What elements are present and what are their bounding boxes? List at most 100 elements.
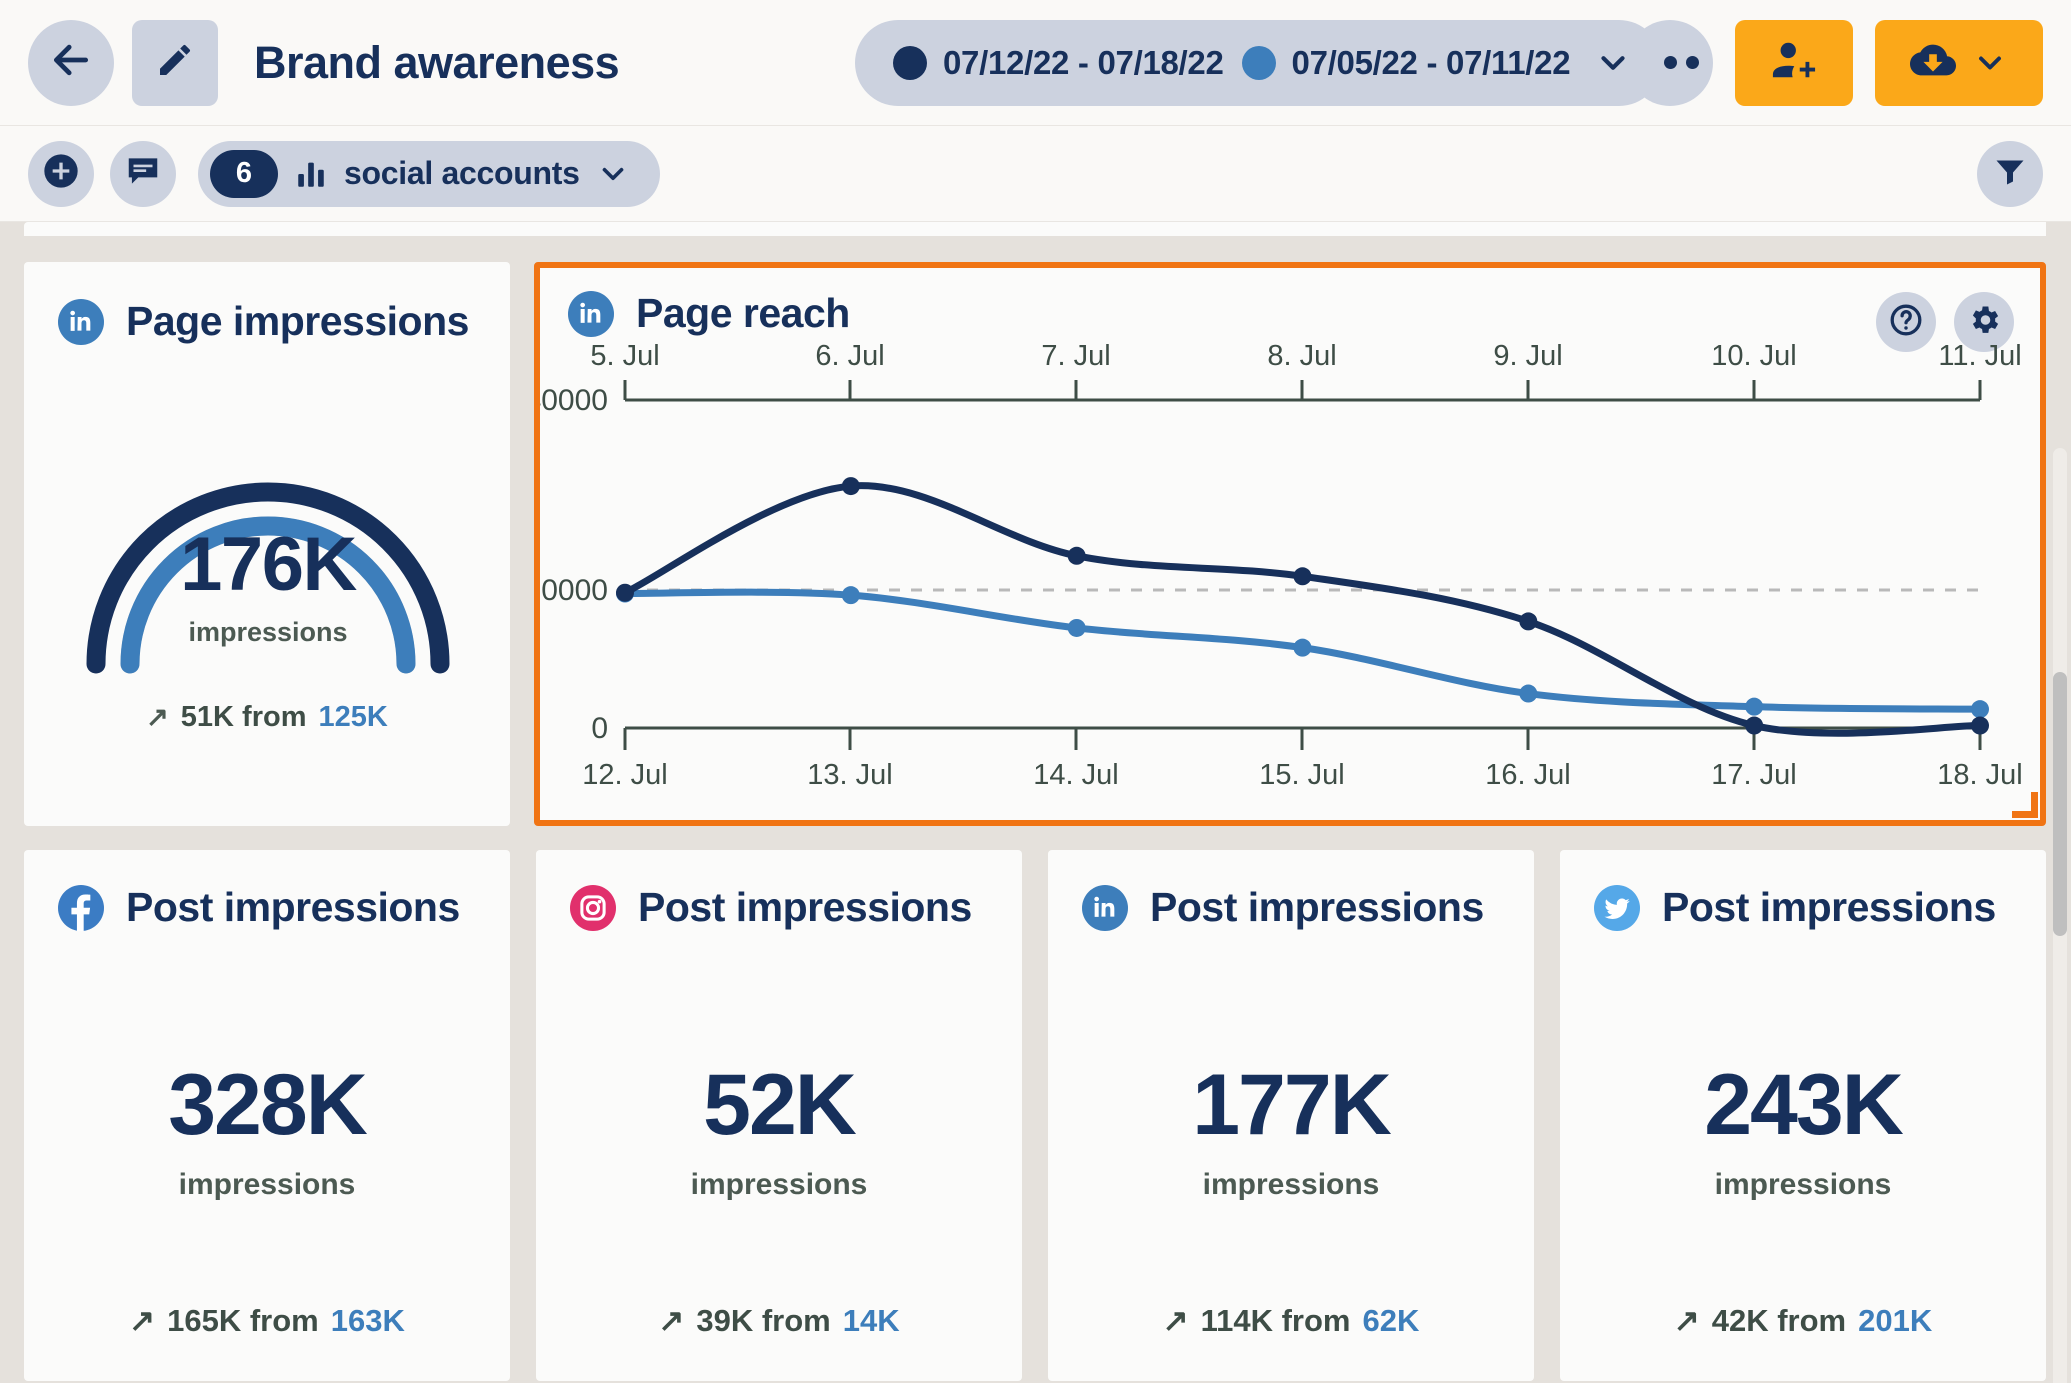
delta-previous-value: 125K xyxy=(318,701,388,733)
data-point[interactable] xyxy=(1745,697,1764,716)
data-point[interactable] xyxy=(1745,716,1764,735)
gauge-center-label: 176K impressions xyxy=(58,527,478,648)
top-tick-label: 5. Jul xyxy=(590,340,659,372)
data-point[interactable] xyxy=(1293,567,1312,586)
bottom-tick-label: 15. Jul xyxy=(1259,759,1344,791)
facebook-icon xyxy=(58,884,104,931)
current-period-dot xyxy=(893,46,927,80)
add-widget-button[interactable] xyxy=(28,140,94,207)
bottom-axis-labels: 12. Jul 13. Jul 14. Jul 15. Jul 16. Jul … xyxy=(582,759,2022,791)
card-title-text: Page impressions xyxy=(126,298,469,344)
metric-value: 243K xyxy=(1704,1057,1904,1153)
card-title-text: Post impressions xyxy=(1150,884,1484,930)
card-metric: 328K impressions xyxy=(24,1062,510,1202)
metric-unit: impressions xyxy=(1202,1168,1380,1201)
edit-title-button[interactable] xyxy=(132,19,218,106)
social-accounts-label: social accounts xyxy=(344,155,580,191)
data-point[interactable] xyxy=(1067,546,1086,565)
bar-chart-icon xyxy=(294,157,328,191)
data-point[interactable] xyxy=(1971,700,1989,719)
top-tick-label: 11. Jul xyxy=(1938,340,2021,372)
series-line xyxy=(621,482,1984,737)
delta-text: 51K from xyxy=(180,701,307,733)
gauge-value: 176K xyxy=(180,522,357,607)
linkedin-icon xyxy=(58,298,104,345)
bottom-tick-label: 17. Jul xyxy=(1711,759,1796,791)
card-post-impressions-linkedin[interactable]: Post impressions 177K impressions ↗ 114K… xyxy=(1048,850,1534,1381)
card-metric: 177K impressions xyxy=(1048,1062,1534,1202)
comments-button[interactable] xyxy=(110,140,176,207)
gauge-unit: impressions xyxy=(188,617,348,647)
question-circle-icon xyxy=(1888,302,1924,343)
metric-value: 177K xyxy=(1192,1057,1392,1153)
top-axis-labels: 5. Jul 6. Jul 7. Jul 8. Jul 9. Jul 10. J… xyxy=(590,340,2021,372)
date-range-current[interactable]: 07/12/22 - 07/18/22 xyxy=(893,44,1224,82)
social-accounts-selector[interactable]: 6 social accounts xyxy=(198,140,660,207)
page-reach-chart[interactable]: 5. Jul 6. Jul 7. Jul 8. Jul 9. Jul 10. J… xyxy=(525,338,2040,813)
card-post-impressions-facebook[interactable]: Post impressions 328K impressions ↗ 165K… xyxy=(24,850,510,1381)
card-page-impressions[interactable]: Page impressions 176K impressions ↗ 51K … xyxy=(24,262,510,826)
card-title-text: Post impressions xyxy=(126,884,460,930)
bottom-tick-label: 14. Jul xyxy=(1033,759,1118,791)
cloud-download-icon xyxy=(1910,37,1956,88)
user-plus-icon xyxy=(1771,37,1817,88)
plus-circle-icon xyxy=(41,151,81,196)
card-delta: ↗ 114K from 62K xyxy=(1048,1303,1534,1339)
y-tick-label: 40000 xyxy=(540,384,608,417)
trend-up-arrow-icon: ↗ xyxy=(658,1303,685,1338)
gear-icon xyxy=(1966,302,2002,343)
card-page-reach[interactable]: Page reach 5. Jul 6. Jul 7. Jul 8. Jul 9… xyxy=(525,262,2046,826)
card-title-text: Post impressions xyxy=(638,884,972,930)
card-delta: ↗ 165K from 163K xyxy=(24,1303,510,1339)
card-title-text: Post impressions xyxy=(1662,884,1996,930)
linkedin-icon xyxy=(1082,884,1128,931)
card-delta: ↗ 39K from 14K xyxy=(536,1303,1022,1339)
card-title-text: Page reach xyxy=(636,290,850,336)
date-range-selector[interactable]: 07/12/22 - 07/18/22 07/05/22 - 07/11/22 xyxy=(855,20,1663,106)
data-point[interactable] xyxy=(1293,638,1312,657)
comment-icon xyxy=(124,152,162,195)
data-point[interactable] xyxy=(1519,684,1538,703)
resize-corner-icon[interactable] xyxy=(2012,792,2038,818)
chevron-down-icon xyxy=(1972,45,2008,81)
back-button[interactable] xyxy=(28,19,114,106)
data-point[interactable] xyxy=(1971,716,1989,735)
data-point[interactable] xyxy=(841,586,860,605)
card-post-impressions-twitter[interactable]: Post impressions 243K impressions ↗ 42K … xyxy=(1560,850,2046,1381)
bottom-tick-label: 12. Jul xyxy=(582,759,667,791)
scrollbar-thumb[interactable] xyxy=(2053,672,2067,936)
delta-previous-value: 201K xyxy=(1858,1303,1933,1338)
page-reach-chart-svg: 5. Jul 6. Jul 7. Jul 8. Jul 9. Jul 10. J… xyxy=(525,340,2023,791)
y-axis-labels: 40000 20000 0 xyxy=(525,384,608,745)
card-header: Post impressions xyxy=(1082,884,1500,931)
page-title: Brand awareness xyxy=(254,36,620,88)
export-button[interactable] xyxy=(1875,19,2043,106)
data-point[interactable] xyxy=(616,583,634,602)
twitter-icon xyxy=(1594,884,1640,931)
card-page-reach-header: Page reach xyxy=(568,290,850,337)
date-range-compare[interactable]: 07/05/22 - 07/11/22 xyxy=(1241,44,1571,82)
chevron-down-icon xyxy=(1594,44,1632,82)
filter-button[interactable] xyxy=(1977,140,2043,207)
add-user-button[interactable] xyxy=(1735,19,1853,106)
card-header: Post impressions xyxy=(570,884,988,931)
card-post-impressions-instagram[interactable]: Post impressions 52K impressions ↗ 39K f… xyxy=(536,850,1022,1381)
bottom-tick-label: 18. Jul xyxy=(1937,759,2022,791)
top-toolbar: Brand awareness 07/12/22 - 07/18/22 07/0… xyxy=(0,0,2071,126)
data-point[interactable] xyxy=(1519,612,1538,631)
secondary-toolbar: 6 social accounts xyxy=(0,126,2071,222)
trend-up-arrow-icon: ↗ xyxy=(1673,1303,1700,1338)
card-header: Post impressions xyxy=(58,884,476,931)
data-point[interactable] xyxy=(1067,618,1086,637)
current-period-label: 07/12/22 - 07/18/22 xyxy=(943,44,1224,81)
card-delta: ↗ 42K from 201K xyxy=(1560,1303,2046,1339)
dashboard-board: Page impressions 176K impressions ↗ 51K … xyxy=(0,222,2071,1383)
y-tick-label: 20000 xyxy=(540,574,608,607)
delta-previous-value: 14K xyxy=(842,1303,900,1338)
pencil-icon xyxy=(155,40,195,85)
page-impressions-delta: ↗ 51K from 125K xyxy=(58,701,476,734)
data-point[interactable] xyxy=(841,477,860,496)
metric-unit: impressions xyxy=(1714,1168,1892,1201)
delta-text: 42K from xyxy=(1711,1303,1847,1338)
delta-text: 39K from xyxy=(696,1303,831,1338)
